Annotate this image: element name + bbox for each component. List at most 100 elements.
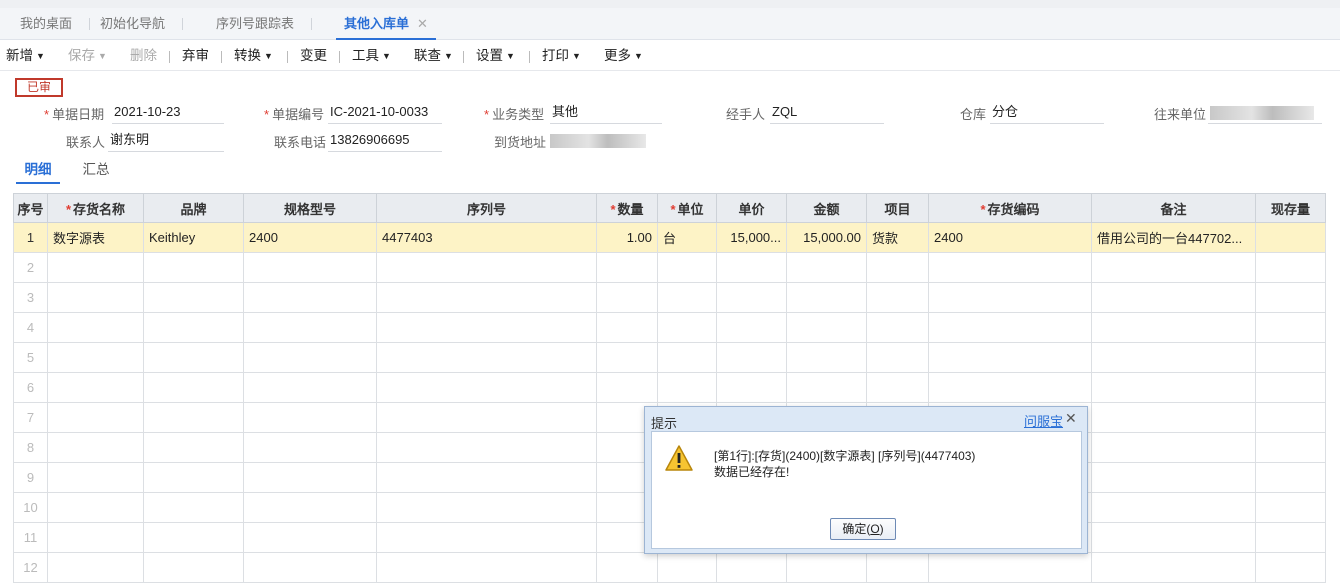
table-cell[interactable] bbox=[596, 552, 658, 583]
tab-init-guide[interactable]: 初始化导航 bbox=[94, 8, 184, 40]
table-cell[interactable] bbox=[1255, 252, 1326, 283]
table-cell[interactable] bbox=[716, 312, 787, 343]
table-cell[interactable] bbox=[786, 342, 867, 373]
table-cell[interactable] bbox=[243, 402, 377, 433]
table-cell[interactable] bbox=[143, 252, 244, 283]
table-cell[interactable] bbox=[143, 312, 244, 343]
table-cell[interactable] bbox=[1091, 252, 1256, 283]
table-cell[interactable] bbox=[786, 312, 867, 343]
address-input[interactable] bbox=[548, 132, 662, 152]
table-cell[interactable] bbox=[243, 252, 377, 283]
tab-detail[interactable]: 明细 bbox=[16, 158, 60, 184]
table-cell[interactable] bbox=[1091, 492, 1256, 523]
table-cell[interactable] bbox=[1091, 312, 1256, 343]
biz-type-select[interactable]: 其他 bbox=[550, 104, 662, 124]
table-cell[interactable] bbox=[1091, 552, 1256, 583]
table-cell[interactable] bbox=[716, 282, 787, 313]
table-cell[interactable] bbox=[928, 342, 1092, 373]
table-cell[interactable] bbox=[1255, 552, 1326, 583]
table-cell[interactable] bbox=[928, 372, 1092, 403]
table-cell[interactable] bbox=[657, 312, 717, 343]
table-cell[interactable] bbox=[243, 492, 377, 523]
table-cell[interactable] bbox=[243, 282, 377, 313]
table-cell[interactable]: 台 bbox=[657, 222, 717, 253]
table-cell[interactable] bbox=[1255, 342, 1326, 373]
table-cell[interactable]: Keithley bbox=[143, 222, 244, 253]
table-cell[interactable]: 1.00 bbox=[596, 222, 658, 253]
table-cell[interactable] bbox=[143, 432, 244, 463]
table-cell[interactable] bbox=[376, 342, 597, 373]
column-header[interactable]: 金额 bbox=[786, 193, 867, 223]
table-cell[interactable] bbox=[1255, 492, 1326, 523]
table-row[interactable]: 1 数字源表 Keithley 2400 4477403 1.00 台 15,000... 15… bbox=[13, 222, 1326, 253]
table-cell[interactable] bbox=[143, 522, 244, 553]
print-button[interactable]: 打印 ▼ bbox=[542, 47, 581, 65]
table-row[interactable]: 5 bbox=[13, 342, 1326, 373]
table-cell[interactable] bbox=[1255, 522, 1326, 553]
table-cell[interactable] bbox=[47, 282, 144, 313]
table-cell[interactable] bbox=[1255, 372, 1326, 403]
doc-code-input[interactable]: IC-2021-10-0033 bbox=[328, 104, 442, 124]
table-cell[interactable] bbox=[657, 252, 717, 283]
table-cell[interactable] bbox=[596, 252, 658, 283]
tab-desktop[interactable]: 我的桌面 bbox=[14, 8, 91, 40]
table-cell[interactable] bbox=[866, 372, 929, 403]
table-cell[interactable]: 货款 bbox=[866, 222, 929, 253]
table-cell[interactable] bbox=[1091, 342, 1256, 373]
table-cell[interactable] bbox=[376, 522, 597, 553]
table-cell[interactable] bbox=[1091, 372, 1256, 403]
table-cell[interactable] bbox=[243, 312, 377, 343]
table-cell[interactable] bbox=[657, 372, 717, 403]
add-button[interactable]: 新增 ▼ bbox=[6, 47, 45, 65]
save-button[interactable]: 保存 ▼ bbox=[68, 47, 107, 65]
table-cell[interactable] bbox=[47, 342, 144, 373]
table-cell[interactable] bbox=[376, 492, 597, 523]
more-button[interactable]: 更多 ▼ bbox=[604, 47, 643, 65]
table-cell[interactable] bbox=[376, 402, 597, 433]
table-row[interactable]: 3 bbox=[13, 282, 1326, 313]
table-cell[interactable] bbox=[47, 432, 144, 463]
table-cell[interactable] bbox=[47, 402, 144, 433]
table-cell[interactable] bbox=[657, 282, 717, 313]
phone-input[interactable]: 13826906695 bbox=[328, 132, 442, 152]
table-cell[interactable] bbox=[47, 522, 144, 553]
table-cell[interactable] bbox=[928, 282, 1092, 313]
table-cell[interactable] bbox=[1091, 462, 1256, 493]
partner-input[interactable] bbox=[1208, 104, 1322, 124]
table-cell[interactable] bbox=[866, 342, 929, 373]
table-cell[interactable] bbox=[866, 282, 929, 313]
table-cell[interactable] bbox=[376, 432, 597, 463]
table-cell[interactable] bbox=[1091, 282, 1256, 313]
table-cell[interactable] bbox=[243, 432, 377, 463]
table-cell[interactable] bbox=[243, 552, 377, 583]
table-cell[interactable] bbox=[1255, 432, 1326, 463]
handler-input[interactable]: ZQL bbox=[770, 104, 884, 124]
column-header[interactable]: * 单位 bbox=[657, 193, 717, 223]
doc-date-input[interactable]: 2021-10-23 bbox=[112, 104, 224, 124]
table-cell[interactable] bbox=[47, 252, 144, 283]
tools-button[interactable]: 工具 ▼ bbox=[352, 47, 391, 65]
table-cell[interactable] bbox=[928, 252, 1092, 283]
table-cell[interactable] bbox=[376, 552, 597, 583]
table-cell[interactable] bbox=[596, 282, 658, 313]
table-cell[interactable] bbox=[596, 342, 658, 373]
table-cell[interactable] bbox=[243, 372, 377, 403]
table-cell[interactable] bbox=[866, 312, 929, 343]
table-cell[interactable] bbox=[376, 462, 597, 493]
table-cell[interactable] bbox=[143, 552, 244, 583]
table-cell[interactable] bbox=[243, 462, 377, 493]
table-cell[interactable]: 借用公司的一台447702... bbox=[1091, 222, 1256, 253]
table-row[interactable]: 6 bbox=[13, 372, 1326, 403]
table-cell[interactable] bbox=[143, 372, 244, 403]
table-cell[interactable] bbox=[1091, 402, 1256, 433]
table-cell[interactable] bbox=[596, 312, 658, 343]
table-cell[interactable] bbox=[657, 342, 717, 373]
convert-button[interactable]: 转换 ▼ bbox=[234, 47, 273, 65]
table-cell[interactable] bbox=[376, 312, 597, 343]
column-header[interactable]: 现存量 bbox=[1255, 193, 1326, 223]
confirm-button[interactable]: 确定(O) bbox=[830, 518, 896, 540]
table-cell[interactable] bbox=[143, 462, 244, 493]
delete-button[interactable]: 删除 bbox=[130, 47, 157, 65]
table-cell[interactable] bbox=[47, 492, 144, 523]
column-header[interactable]: 序号 bbox=[13, 193, 48, 223]
